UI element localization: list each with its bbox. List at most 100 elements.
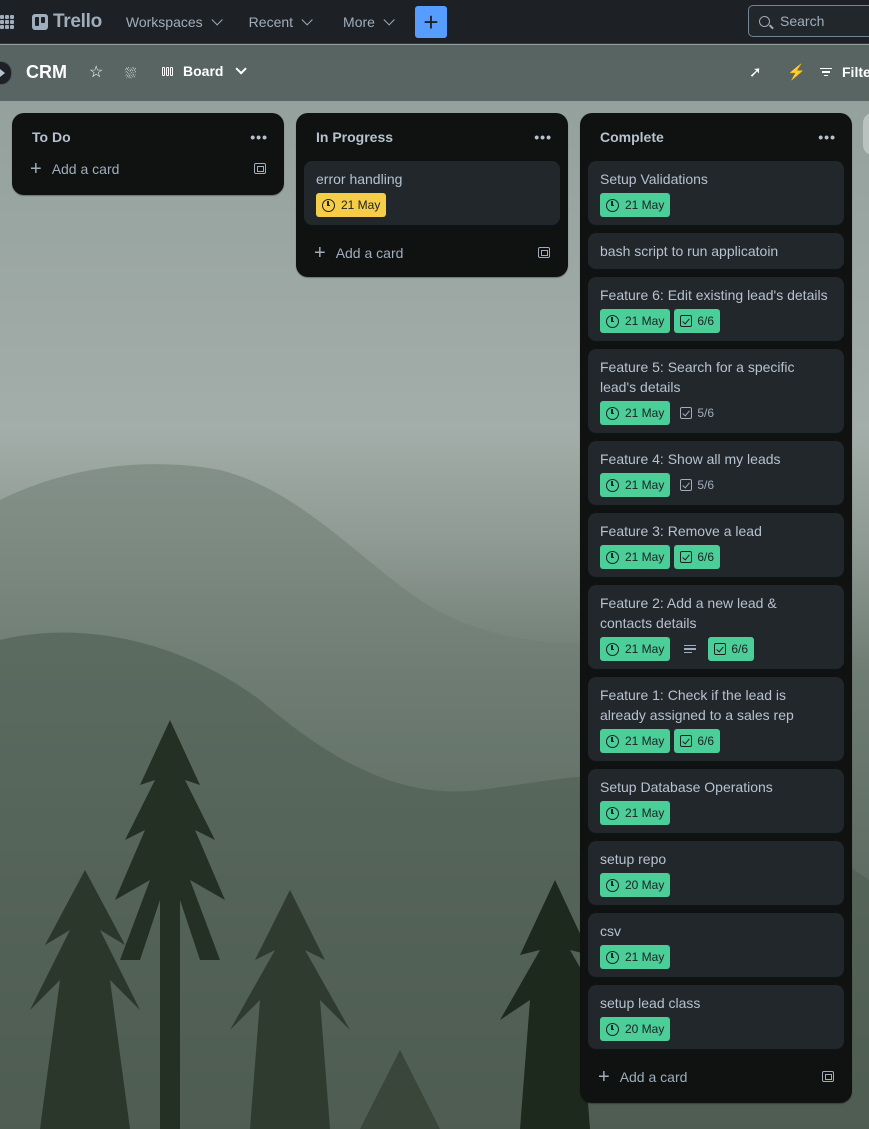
app-switcher-icon[interactable] [0, 14, 14, 29]
checklist-icon [714, 643, 727, 655]
card-badges: 21 May [316, 193, 548, 217]
add-card-button[interactable]: + Add a card [296, 233, 568, 273]
list-title[interactable]: In Progress [316, 129, 393, 145]
card[interactable]: Setup Database Operations 21 May [588, 769, 844, 833]
clock-icon [606, 550, 619, 564]
list-to-do: To Do ••• + Add a card [12, 113, 284, 195]
star-icon[interactable]: ☆ [89, 64, 103, 82]
card-list: Setup Validations 21 May bash script to … [580, 161, 852, 1049]
card[interactable]: Feature 5: Search for a specific lead's … [588, 349, 844, 433]
card-badges: 21 May 6/6 [600, 545, 832, 569]
list-actions-icon[interactable]: ••• [250, 129, 268, 145]
card[interactable]: Feature 3: Remove a lead 21 May 6/6 [588, 513, 844, 577]
card[interactable]: Feature 2: Add a new lead & contacts det… [588, 585, 844, 669]
card-title: Setup Database Operations [600, 779, 773, 795]
automation-icon[interactable]: ⚡ [787, 64, 806, 82]
card-title: Feature 4: Show all my leads [600, 451, 781, 467]
checklist-icon [680, 735, 693, 747]
card[interactable]: csv 21 May [588, 913, 844, 977]
card[interactable]: bash script to run applicatoin [588, 233, 844, 269]
visibility-icon[interactable]: ⛆ [125, 64, 136, 82]
chevron-down-icon [383, 13, 395, 26]
expand-sidebar-button[interactable] [0, 61, 12, 85]
due-date-badge[interactable]: 20 May [600, 1017, 671, 1041]
list-actions-icon[interactable]: ••• [534, 129, 552, 145]
card-template-icon[interactable] [538, 247, 550, 258]
due-date-badge[interactable]: 21 May [600, 945, 671, 969]
list-title[interactable]: To Do [32, 129, 71, 145]
card-badges: 21 May [600, 801, 832, 825]
add-card-label: Add a card [619, 1069, 688, 1085]
checklist-icon [680, 407, 693, 419]
chevron-down-icon [301, 13, 313, 26]
add-card-label: Add a card [335, 245, 404, 261]
due-date-badge[interactable]: 21 May [600, 637, 671, 661]
plus-icon: + [423, 6, 439, 37]
due-date-badge[interactable]: 21 May [600, 309, 671, 333]
more-menu[interactable]: More [333, 6, 401, 38]
card[interactable]: setup repo 20 May [588, 841, 844, 905]
clock-icon [606, 314, 619, 328]
list-actions-icon[interactable]: ••• [818, 129, 836, 145]
power-ups-icon[interactable]: ➚ [749, 64, 762, 82]
list-header: Complete ••• [580, 113, 852, 161]
due-date-badge[interactable]: 21 May [600, 193, 671, 217]
due-date-badge[interactable]: 20 May [600, 873, 671, 897]
top-navigation: Trello Workspaces Recent More + Search [0, 0, 869, 44]
due-date-label: 20 May [625, 878, 665, 892]
card-template-icon[interactable] [822, 1071, 834, 1082]
card-title: Feature 6: Edit existing lead's details [600, 287, 828, 303]
card-title: setup repo [600, 851, 667, 867]
filter-button[interactable]: Filte [820, 64, 869, 80]
card-template-icon[interactable] [254, 163, 266, 174]
plus-icon: + [314, 242, 326, 264]
board-view-switcher[interactable]: Board [162, 63, 248, 79]
card[interactable]: Setup Validations 21 May [588, 161, 844, 225]
due-date-badge[interactable]: 21 May [600, 801, 671, 825]
card-badges: 20 May [600, 873, 832, 897]
add-list-button[interactable] [863, 113, 869, 155]
list-in-progress: In Progress ••• error handling 21 May + … [296, 113, 568, 277]
due-date-badge[interactable]: 21 May [600, 401, 671, 425]
card[interactable]: Feature 1: Check if the lead is already … [588, 677, 844, 761]
plus-icon: + [30, 158, 42, 180]
checklist-badge: 6/6 [674, 545, 721, 569]
checklist-count: 5/6 [697, 478, 715, 492]
checklist-count: 5/6 [697, 406, 715, 420]
trello-logo[interactable]: Trello [32, 11, 102, 33]
checklist-count: 6/6 [697, 314, 715, 328]
search-placeholder: Search [780, 13, 825, 29]
card-title: Feature 3: Remove a lead [600, 523, 762, 539]
trello-logo-icon [32, 13, 48, 30]
card[interactable]: Feature 4: Show all my leads 21 May 5/6 [588, 441, 844, 505]
card-badges: 21 May 6/6 [600, 309, 832, 333]
clock-icon [606, 806, 619, 820]
card[interactable]: Feature 6: Edit existing lead's details … [588, 277, 844, 341]
checklist-icon [680, 315, 693, 327]
clock-icon [606, 878, 619, 892]
card[interactable]: error handling 21 May [304, 161, 560, 225]
due-date-label: 21 May [625, 806, 665, 820]
filter-icon [820, 67, 832, 77]
due-date-badge[interactable]: 21 May [600, 473, 671, 497]
due-date-badge[interactable]: 21 May [600, 545, 671, 569]
chevron-down-icon [211, 13, 223, 26]
board-title[interactable]: CRM [26, 62, 67, 83]
card[interactable]: setup lead class 20 May [588, 985, 844, 1049]
card-list: error handling 21 May [296, 161, 568, 225]
list-title[interactable]: Complete [600, 129, 664, 145]
due-date-badge[interactable]: 21 May [316, 193, 387, 217]
due-date-label: 21 May [625, 550, 665, 564]
add-card-button[interactable]: + Add a card [12, 149, 284, 189]
clock-icon [606, 950, 619, 964]
due-date-label: 21 May [625, 478, 665, 492]
card-badges: 21 May 6/6 [600, 637, 832, 661]
due-date-badge[interactable]: 21 May [600, 729, 671, 753]
recent-menu[interactable]: Recent [239, 6, 319, 38]
workspaces-menu[interactable]: Workspaces [116, 6, 229, 38]
search-input[interactable]: Search [748, 5, 869, 37]
add-card-button[interactable]: + Add a card [580, 1057, 852, 1097]
recent-menu-label: Recent [248, 13, 294, 30]
create-button[interactable]: + [414, 5, 447, 38]
due-date-label: 21 May [625, 198, 665, 212]
